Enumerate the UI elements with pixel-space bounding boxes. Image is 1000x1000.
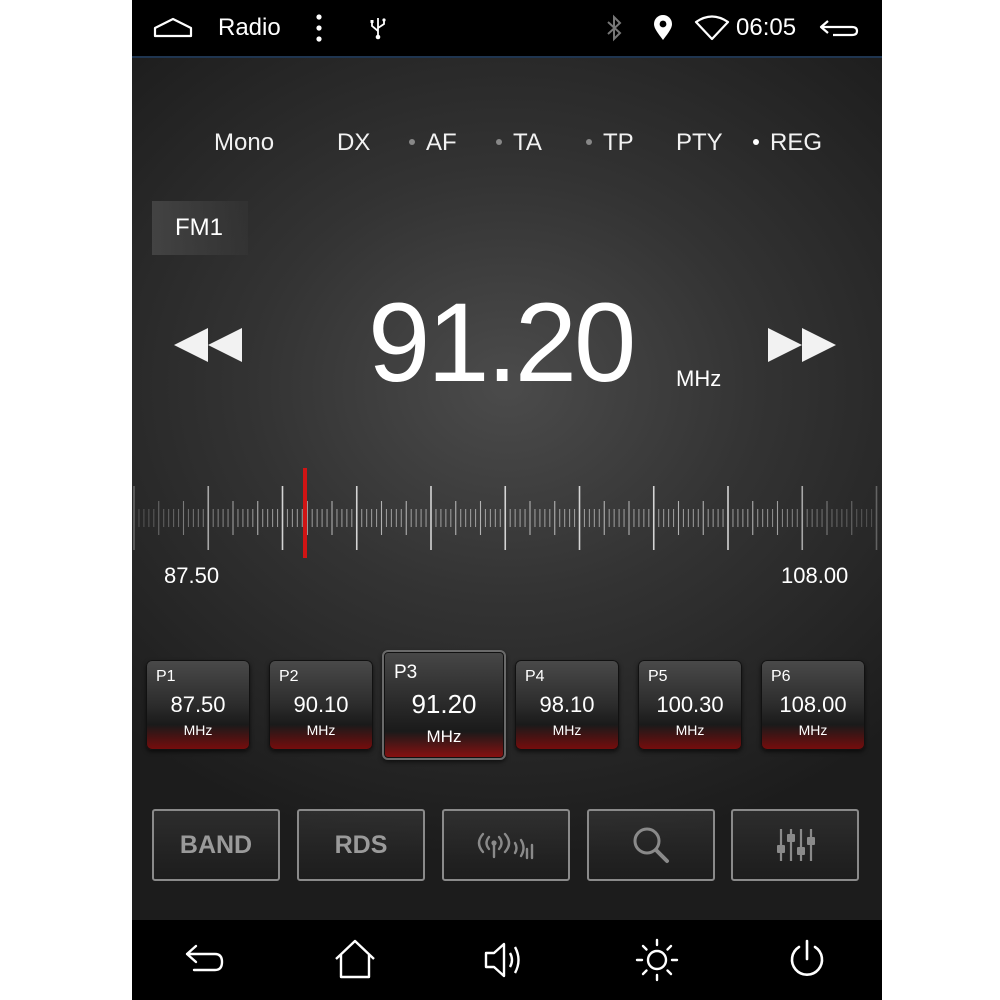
rds-flag-label: TA bbox=[513, 129, 542, 156]
equalizer-icon bbox=[777, 829, 815, 861]
preset-unit: MHz bbox=[183, 722, 213, 738]
volume-icon bbox=[484, 942, 520, 978]
bluetooth-icon bbox=[604, 0, 624, 56]
rds-flag-mono[interactable]: Mono bbox=[214, 128, 274, 158]
preset-p3[interactable]: P3 91.20 MHz bbox=[382, 650, 506, 760]
rds-indicator-dot bbox=[409, 138, 415, 145]
usb-icon bbox=[369, 0, 387, 56]
rds-flag-label: AF bbox=[426, 129, 457, 156]
rds-flag-pty[interactable]: PTY bbox=[676, 128, 723, 158]
band-label: FM1 bbox=[152, 201, 248, 255]
status-bar: Radio 06:05 bbox=[132, 0, 882, 58]
preset-unit: MHz bbox=[798, 722, 828, 738]
overflow-menu-icon[interactable] bbox=[314, 0, 324, 56]
rds-flag-label: REG bbox=[770, 129, 823, 156]
preset-number: P1 bbox=[156, 668, 176, 685]
brightness-button[interactable] bbox=[634, 937, 680, 983]
rds-flag-tp[interactable]: TP bbox=[586, 128, 634, 158]
tuning-scale[interactable] bbox=[132, 468, 882, 568]
band-button-label: BAND bbox=[179, 830, 253, 859]
back-icon bbox=[185, 944, 224, 972]
clock: 06:05 bbox=[736, 14, 797, 41]
power-button[interactable] bbox=[784, 937, 830, 983]
preset-number: P3 bbox=[394, 662, 418, 683]
preset-unit: MHz bbox=[426, 727, 462, 746]
rds-indicator-dot bbox=[496, 138, 502, 145]
home-icon[interactable] bbox=[152, 0, 194, 56]
tuning-needle[interactable] bbox=[303, 468, 307, 558]
home-button[interactable] bbox=[332, 937, 378, 983]
preset-number: P4 bbox=[525, 668, 545, 685]
preset-frequency: 91.20 bbox=[411, 689, 477, 719]
frequency-display: 91.20 bbox=[368, 280, 636, 405]
rewind-icon bbox=[174, 328, 242, 362]
range-min-label: 87.50 bbox=[164, 563, 220, 588]
app-title: Radio bbox=[218, 14, 281, 41]
preset-number: P2 bbox=[279, 668, 299, 685]
rds-flag-label: Mono bbox=[214, 129, 275, 156]
navigation-bar bbox=[132, 920, 882, 1000]
preset-frequency: 98.10 bbox=[539, 692, 595, 717]
rds-flag-label: DX bbox=[337, 129, 371, 156]
volume-button[interactable] bbox=[482, 937, 528, 983]
rds-flag-label: TP bbox=[603, 129, 634, 156]
rds-flag-ta[interactable]: TA bbox=[496, 128, 542, 158]
search-button[interactable] bbox=[587, 809, 715, 881]
seek-back-button[interactable] bbox=[170, 320, 250, 370]
brightness-icon bbox=[635, 938, 679, 982]
frequency-unit: MHz bbox=[676, 366, 722, 391]
rds-indicator-dot bbox=[753, 138, 759, 145]
preset-p6[interactable]: P6 108.00 MHz bbox=[761, 660, 865, 750]
rds-flag-dx[interactable]: DX bbox=[337, 128, 370, 158]
preset-unit: MHz bbox=[552, 722, 582, 738]
back-button[interactable] bbox=[182, 937, 228, 983]
preset-unit: MHz bbox=[306, 722, 336, 738]
search-icon bbox=[633, 827, 669, 863]
home-icon bbox=[335, 939, 375, 979]
preset-frequency: 108.00 bbox=[779, 692, 847, 717]
rds-button[interactable]: RDS bbox=[297, 809, 425, 881]
preset-number: P6 bbox=[771, 668, 791, 685]
rds-flag-label: PTY bbox=[676, 129, 723, 156]
power-icon bbox=[790, 939, 824, 976]
location-icon bbox=[652, 0, 674, 56]
equalizer-button[interactable] bbox=[731, 809, 859, 881]
preset-frequency: 90.10 bbox=[293, 692, 349, 717]
preset-p2[interactable]: P2 90.10 MHz bbox=[269, 660, 373, 750]
preset-unit: MHz bbox=[675, 722, 705, 738]
preset-frequency: 87.50 bbox=[170, 692, 226, 717]
preset-p4[interactable]: P4 98.10 MHz bbox=[515, 660, 619, 750]
rds-flag-af[interactable]: AF bbox=[409, 128, 457, 158]
back-arrow-icon[interactable] bbox=[818, 0, 860, 56]
wifi-icon bbox=[694, 0, 730, 56]
signal-broadcast-icon bbox=[477, 832, 534, 860]
rds-flag-reg[interactable]: REG bbox=[753, 128, 822, 158]
seek-forward-button[interactable] bbox=[764, 320, 844, 370]
preset-p1[interactable]: P1 87.50 MHz bbox=[146, 660, 250, 750]
radio-main-panel: Mono DX AF TA TP PTY REG FM1 91.20 MHz 8… bbox=[132, 58, 882, 920]
rds-button-label: RDS bbox=[334, 830, 388, 859]
preset-frequency: 100.30 bbox=[656, 692, 724, 717]
signal-button[interactable] bbox=[442, 809, 570, 881]
fast-forward-icon bbox=[768, 328, 836, 362]
preset-p5[interactable]: P5 100.30 MHz bbox=[638, 660, 742, 750]
rds-indicator-dot bbox=[586, 138, 592, 145]
radio-app-screen: Radio 06:05 Mono DX AF TA TP PTY REG FM1 bbox=[132, 0, 882, 1000]
preset-number: P5 bbox=[648, 668, 668, 685]
range-max-label: 108.00 bbox=[781, 563, 849, 588]
band-button[interactable]: BAND bbox=[152, 809, 280, 881]
